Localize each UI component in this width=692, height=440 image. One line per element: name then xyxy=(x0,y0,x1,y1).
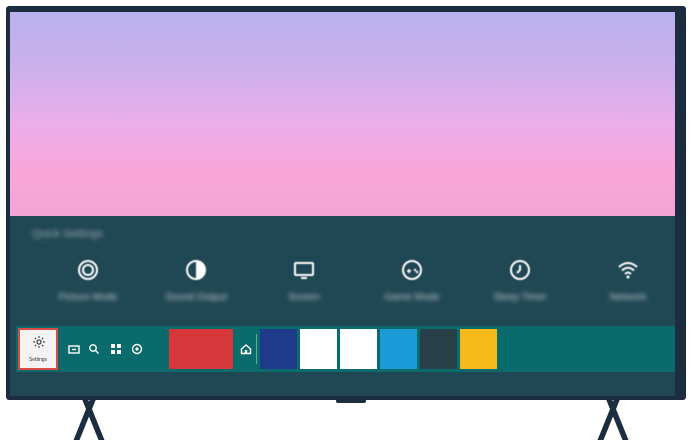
source-icon[interactable] xyxy=(68,342,80,354)
app-tile[interactable] xyxy=(380,329,417,369)
wifi-icon xyxy=(616,258,640,282)
tv-stand-connector xyxy=(336,399,366,403)
taskbar-divider xyxy=(256,334,257,364)
quick-setting-label: Sound Output xyxy=(165,292,227,303)
quick-settings-title: Quick Settings xyxy=(32,228,103,240)
app-tile[interactable] xyxy=(340,329,377,369)
app-tile[interactable] xyxy=(260,329,297,369)
quick-setting-label: Picture Mode xyxy=(58,292,118,303)
tv-screen: Quick Settings Picture Mode Sound Output… xyxy=(10,12,675,396)
settings-label: Settings xyxy=(28,357,48,363)
gamepad-icon xyxy=(400,258,424,282)
home-icon[interactable] xyxy=(240,342,252,355)
apps-icon[interactable] xyxy=(110,342,122,354)
quick-setting-label: Sleep Timer xyxy=(493,292,547,303)
clock-icon xyxy=(508,258,532,282)
wallpaper xyxy=(10,12,675,216)
app-tile[interactable] xyxy=(420,329,457,369)
search-icon[interactable] xyxy=(88,342,100,354)
quick-setting-label: Game Mode xyxy=(384,292,440,303)
gear-icon xyxy=(32,335,46,349)
quick-setting-game-mode[interactable]: Game Mode xyxy=(372,258,452,328)
quick-setting-sound-output[interactable]: Sound Output xyxy=(156,258,236,328)
tv-screen-icon xyxy=(292,258,316,282)
contrast-icon xyxy=(184,258,208,282)
app-tile[interactable] xyxy=(300,329,337,369)
settings-button[interactable]: Settings xyxy=(18,328,58,370)
quick-setting-network[interactable]: Network xyxy=(588,258,668,328)
quick-setting-picture-mode[interactable]: Picture Mode xyxy=(48,258,128,328)
ambient-icon[interactable] xyxy=(131,342,143,355)
app-tile[interactable] xyxy=(169,329,233,369)
quick-setting-label: Screen xyxy=(288,292,320,303)
quick-setting-label: Network xyxy=(609,292,647,303)
app-tile[interactable] xyxy=(460,329,497,369)
quick-setting-sleep-timer[interactable]: Sleep Timer xyxy=(480,258,560,328)
picture-mode-icon xyxy=(76,258,100,282)
taskbar: Settings xyxy=(16,326,675,372)
quick-setting-screen[interactable]: Screen xyxy=(264,258,344,328)
